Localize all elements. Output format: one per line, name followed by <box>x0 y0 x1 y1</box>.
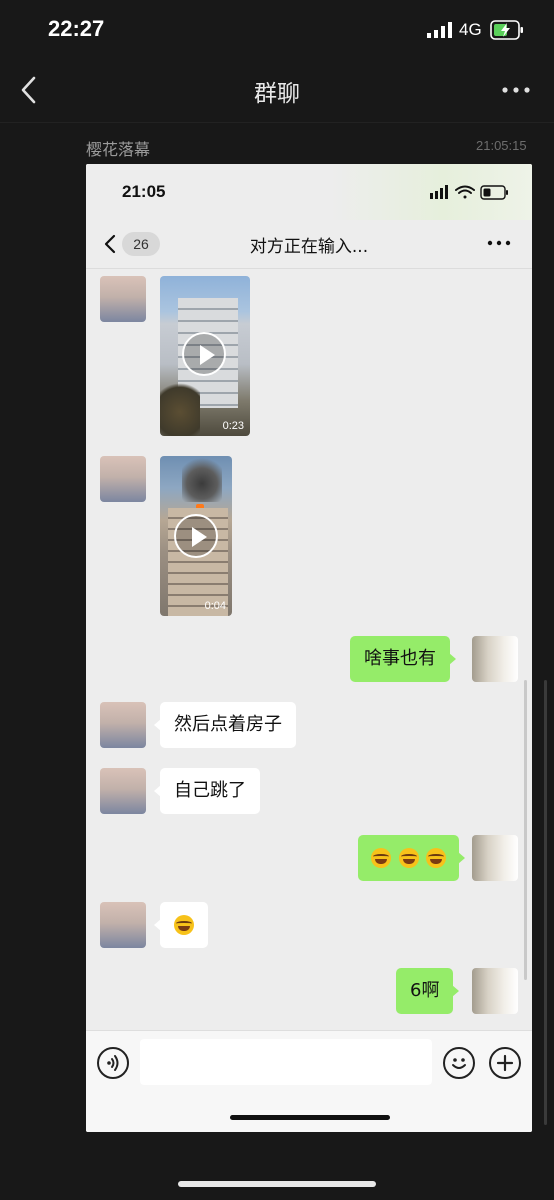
status-time: 22:27 <box>48 16 105 41</box>
laughing-crying-emoji-icon <box>371 848 391 868</box>
video-duration: 0:04 <box>204 600 226 612</box>
home-indicator <box>178 1181 376 1187</box>
contact-avatar[interactable] <box>100 768 146 814</box>
outer-scrollbar[interactable] <box>544 680 547 1125</box>
laughing-crying-emoji-icon <box>398 848 419 868</box>
their-message-bubble[interactable]: 然后点着房子 <box>154 702 296 748</box>
contact-avatar[interactable] <box>100 276 146 322</box>
inner-more-icon[interactable] <box>486 236 512 250</box>
contact-avatar[interactable] <box>100 902 146 948</box>
inner-status-icons <box>430 185 508 200</box>
laughing-crying-emoji-icon <box>174 915 194 935</box>
inner-home-indicator <box>230 1115 390 1120</box>
their-message-bubble[interactable]: 自己跳了 <box>154 768 260 814</box>
message-input[interactable] <box>140 1039 432 1085</box>
shared-screenshot-image[interactable]: 21:05 26 对方正在输入... 0:23 0:04 啥事也有 然后点着房子… <box>86 164 532 1132</box>
message-timestamp: 21:05:15 <box>476 138 527 153</box>
their-emoji-bubble[interactable] <box>154 902 208 948</box>
signal-icon <box>427 22 452 38</box>
contact-avatar[interactable] <box>100 456 146 502</box>
my-avatar[interactable] <box>472 636 518 682</box>
video-duration: 0:23 <box>222 420 244 432</box>
contact-avatar[interactable] <box>100 702 146 748</box>
emoji-icon[interactable] <box>443 1047 475 1079</box>
battery-charging-icon <box>490 20 523 40</box>
inner-chat-title: 对方正在输入... <box>249 237 369 257</box>
plus-icon[interactable] <box>489 1047 521 1079</box>
laughing-crying-emoji-icon <box>426 848 447 868</box>
my-avatar[interactable] <box>472 968 518 1014</box>
inner-battery-icon <box>480 185 508 200</box>
inner-nav: 26 对方正在输入... <box>86 220 532 269</box>
nav-divider <box>0 122 554 123</box>
play-icon[interactable] <box>174 514 218 558</box>
sender-name[interactable]: 樱花落幕 <box>86 136 150 160</box>
status-bar: 22:27 4G <box>0 0 554 60</box>
inner-wifi-icon <box>455 185 475 199</box>
video-message[interactable]: 0:04 <box>160 456 232 616</box>
page-title: 群聊 <box>254 81 300 107</box>
network-type: 4G <box>459 20 482 39</box>
chat-scrollbar[interactable] <box>524 680 527 980</box>
top-nav: 群聊 <box>0 60 554 122</box>
more-options-icon[interactable] <box>498 76 534 104</box>
video-message[interactable]: 0:23 <box>160 276 250 436</box>
voice-icon[interactable] <box>97 1047 129 1079</box>
my-message-bubble[interactable]: 啥事也有 <box>350 636 456 682</box>
play-icon[interactable] <box>182 332 226 376</box>
my-message-bubble[interactable]: 6啊 <box>396 968 460 1014</box>
inner-signal-icon <box>430 185 448 199</box>
inner-status-time: 21:05 <box>122 182 166 201</box>
my-emoji-bubble[interactable] <box>358 835 466 881</box>
my-avatar[interactable] <box>472 835 518 881</box>
